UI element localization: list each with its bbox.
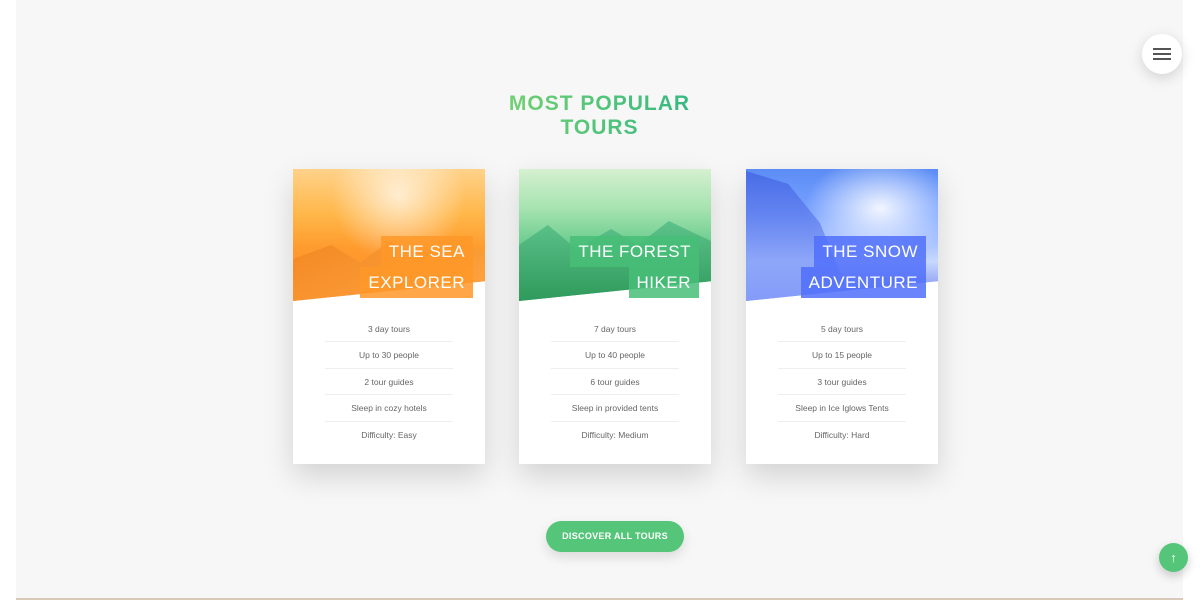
tour-detail-item: Sleep in provided tents bbox=[551, 395, 679, 422]
tour-heading-line: THE SNOW bbox=[814, 236, 926, 267]
tour-heading-line: ADVENTURE bbox=[800, 267, 926, 298]
tour-detail-item: 7 day tours bbox=[551, 316, 679, 343]
tour-detail-item: Difficulty: Hard bbox=[814, 429, 870, 440]
tour-card-heading: THE FOREST HIKER bbox=[570, 236, 699, 298]
tour-card-sea-explorer[interactable]: THE SEA EXPLORER 3 day tours Up to 30 pe… bbox=[293, 169, 485, 464]
tour-details-list: 3 day tours Up to 30 people 2 tour guide… bbox=[325, 316, 453, 448]
tour-card-heading: THE SEA EXPLORER bbox=[360, 236, 473, 298]
tour-detail-item: 3 day tours bbox=[325, 316, 453, 343]
tour-heading-line: HIKER bbox=[628, 267, 699, 298]
discover-all-tours-button[interactable]: DISCOVER ALL TOURS bbox=[546, 521, 684, 552]
tour-detail-item: Up to 30 people bbox=[325, 342, 453, 369]
scroll-to-top-button[interactable]: ↑ bbox=[1159, 543, 1188, 572]
tour-detail-item: 6 tour guides bbox=[551, 369, 679, 396]
hamburger-menu-icon-bar bbox=[1153, 53, 1171, 55]
hamburger-menu-icon-bar bbox=[1153, 48, 1171, 50]
tour-detail-item: 3 tour guides bbox=[778, 369, 906, 396]
tour-details-list: 5 day tours Up to 15 people 3 tour guide… bbox=[778, 316, 906, 448]
tour-detail-item: Up to 40 people bbox=[551, 342, 679, 369]
tour-detail-item: Difficulty: Easy bbox=[361, 429, 417, 440]
tour-heading-line: THE FOREST bbox=[570, 236, 699, 267]
tour-details-list: 7 day tours Up to 40 people 6 tour guide… bbox=[551, 316, 679, 448]
tour-detail-item: Difficulty: Medium bbox=[581, 429, 649, 440]
tour-card-heading: THE SNOW ADVENTURE bbox=[800, 236, 926, 298]
tour-detail-item: Up to 15 people bbox=[778, 342, 906, 369]
tour-detail-item: 2 tour guides bbox=[325, 369, 453, 396]
tour-heading-line: THE SEA bbox=[380, 236, 473, 267]
tours-section: MOST POPULAR TOURS THE SEA EXPLORER 3 da… bbox=[16, 0, 1188, 600]
tour-heading-line: EXPLORER bbox=[360, 267, 473, 298]
tour-detail-item: Sleep in Ice Iglows Tents bbox=[778, 395, 906, 422]
arrow-up-icon: ↑ bbox=[1170, 550, 1177, 565]
tour-card-snow-adventure[interactable]: THE SNOW ADVENTURE 5 day tours Up to 15 … bbox=[746, 169, 938, 464]
section-title: MOST POPULAR TOURS bbox=[470, 92, 730, 140]
tour-card-forest-hiker[interactable]: THE FOREST HIKER 7 day tours Up to 40 pe… bbox=[519, 169, 711, 464]
hamburger-menu-icon-bar bbox=[1153, 58, 1171, 60]
tour-detail-item: 5 day tours bbox=[778, 316, 906, 343]
tour-detail-item: Sleep in cozy hotels bbox=[325, 395, 453, 422]
navigation-menu-button[interactable] bbox=[1142, 34, 1182, 74]
